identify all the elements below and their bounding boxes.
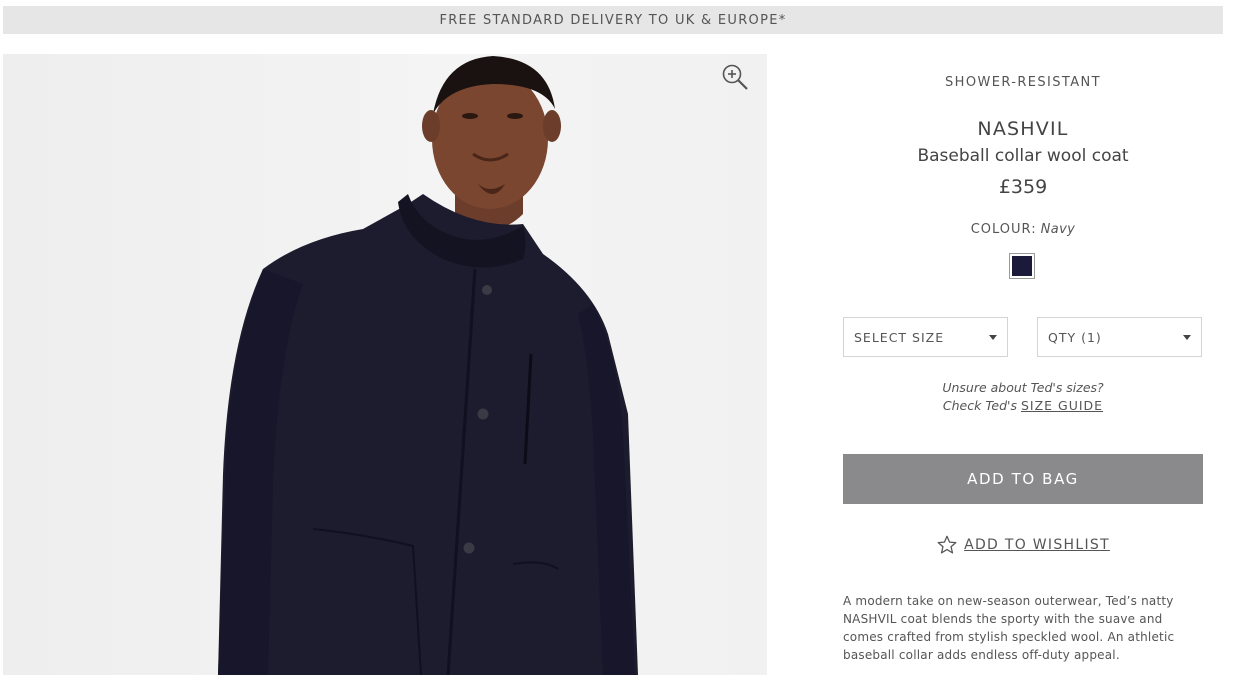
product-subtitle: Baseball collar wool coat [917,146,1129,166]
chevron-down-icon [1183,335,1191,340]
add-to-wishlist-link[interactable]: ADD TO WISHLIST [843,534,1203,556]
add-to-bag-button[interactable]: ADD TO BAG [843,454,1203,504]
zoom-in-icon[interactable] [721,63,749,91]
quantity-select-label: QTY (1) [1048,329,1102,345]
chevron-down-icon [989,335,997,340]
product-image[interactable] [3,54,767,675]
swatch-fill [1012,256,1032,276]
colour-value: Navy [1040,222,1076,237]
model-illustration [218,56,638,675]
product-name: NASHVIL [977,118,1069,140]
wishlist-label: ADD TO WISHLIST [964,537,1110,553]
size-select[interactable]: SELECT SIZE [843,317,1008,357]
product-description: A modern take on new-season outerwear, T… [843,594,1175,662]
delivery-banner: FREE STANDARD DELIVERY TO UK & EUROPE* [3,6,1223,34]
colour-swatch-navy[interactable] [1009,253,1035,279]
size-select-label: SELECT SIZE [854,329,945,345]
size-help-line2: Check Ted's SIZE GUIDE [843,397,1203,415]
size-help-prefix: Check Ted's [942,398,1017,413]
size-guide-link[interactable]: SIZE GUIDE [1021,398,1103,413]
colour-row: COLOUR: Navy [843,222,1203,237]
product-price: £359 [998,176,1048,198]
colour-label: COLOUR: [970,222,1037,237]
feature-label: SHOWER-RESISTANT [945,75,1101,90]
star-outline-icon [937,535,957,554]
size-help-line1: Unsure about Ted's sizes? [942,380,1104,395]
quantity-select[interactable]: QTY (1) [1037,317,1202,357]
size-help: Unsure about Ted's sizes? Check Ted's SI… [843,379,1203,415]
